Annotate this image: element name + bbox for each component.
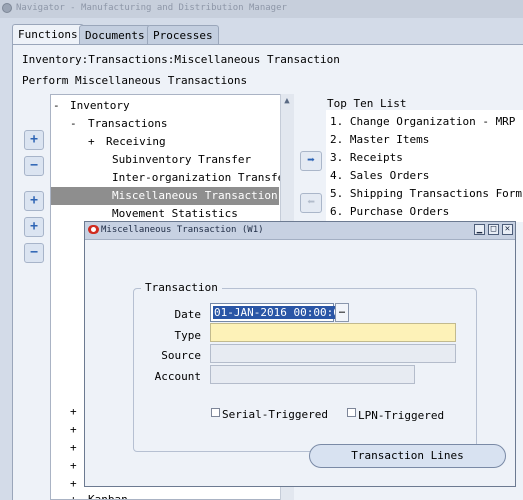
source-field[interactable] (210, 344, 456, 363)
account-field[interactable] (210, 365, 415, 384)
navigator-title: Navigator - Manufacturing and Distributi… (16, 3, 287, 13)
tree-expand-indicator[interactable]: + (70, 421, 77, 439)
tree-item-receiving[interactable]: + Receiving (51, 133, 279, 151)
tree-expand-indicator[interactable]: + (70, 403, 77, 421)
collapse-all-button[interactable]: − (24, 243, 44, 263)
serial-triggered-label: Serial-Triggered (222, 408, 328, 421)
tab-processes[interactable]: Processes (147, 25, 219, 44)
navigator-title-bar: Navigator - Manufacturing and Distributi… (0, 0, 523, 18)
tree-expand-indicator[interactable]: + (70, 491, 77, 499)
tree-collapse-indicator[interactable]: - (53, 97, 60, 115)
maximize-icon[interactable]: □ (488, 224, 499, 235)
tree-expand-indicator[interactable]: + (70, 457, 77, 475)
tree-item-kanban[interactable]: + Kanban (51, 491, 279, 500)
close-icon[interactable]: ✕ (502, 224, 513, 235)
tree-item-inter-organization-transfer[interactable]: Inter-organization Transfer (51, 169, 291, 187)
collapse-button[interactable]: − (24, 156, 44, 176)
tree-item-label: Inventory (70, 99, 130, 112)
oracle-icon (88, 225, 99, 234)
top-ten-item[interactable]: 6. Purchase Orders (330, 205, 449, 218)
top-ten-item[interactable]: 1. Change Organization - MRP (330, 115, 515, 128)
date-value: 01-JAN-2016 00:00:00 (213, 306, 348, 319)
remove-from-top-ten-button[interactable]: ⬅ (300, 193, 322, 213)
breadcrumb: Inventory:Transactions:Miscellaneous Tra… (22, 53, 340, 66)
tree-item-transactions[interactable]: - Transactions (51, 115, 279, 133)
tab-documents[interactable]: Documents (79, 25, 151, 44)
tree-expand-indicator[interactable]: + (70, 439, 77, 457)
type-field[interactable] (210, 323, 456, 342)
lpn-triggered-label: LPN-Triggered (358, 409, 445, 422)
top-ten-item[interactable]: 2. Master Items (330, 133, 429, 146)
date-field[interactable]: 01-JAN-2016 00:00:00 (210, 303, 348, 322)
misc-transaction-dialog: Miscellaneous Transaction (W1) ▁ □ ✕ Tra… (84, 221, 516, 487)
source-label: Source (161, 349, 201, 362)
tree-item-label: Receiving (106, 135, 166, 148)
tree-item-label: Kanban (88, 493, 128, 500)
dialog-body: Transaction Date 01-JAN-2016 00:00:00 … … (85, 240, 515, 486)
tree-collapse-indicator[interactable]: - (70, 115, 77, 133)
tab-functions[interactable]: Functions (12, 24, 84, 45)
dialog-title: Miscellaneous Transaction (W1) (101, 225, 264, 235)
tree-item-label: Transactions (88, 117, 168, 130)
tree-item-miscellaneous-transaction[interactable]: Miscellaneous Transaction (51, 187, 279, 205)
transaction-group-label: Transaction (141, 281, 222, 294)
dialog-title-bar[interactable]: Miscellaneous Transaction (W1) ▁ □ ✕ (85, 222, 515, 240)
tree-expand-indicator[interactable]: + (88, 133, 95, 151)
tree-item-label: Miscellaneous Transaction (112, 189, 278, 202)
top-ten-item[interactable]: 3. Receipts (330, 151, 403, 164)
tree-item-inventory[interactable]: - Inventory (51, 97, 279, 115)
top-ten-item[interactable]: 5. Shipping Transactions Form (330, 187, 522, 200)
type-label: Type (174, 329, 202, 342)
serial-triggered-checkbox[interactable] (211, 408, 220, 417)
transaction-lines-button[interactable]: Transaction Lines (309, 444, 506, 468)
expand-branch-button[interactable]: + (24, 217, 44, 237)
lpn-triggered-checkbox[interactable] (347, 408, 356, 417)
account-label: Account (154, 370, 201, 383)
instruction-text: Perform Miscellaneous Transactions (22, 74, 248, 87)
expand-all-button[interactable]: + (24, 191, 44, 211)
tree-item-subinventory-transfer[interactable]: Subinventory Transfer (51, 151, 279, 169)
date-lov-button[interactable]: … (335, 303, 349, 322)
top-ten-item[interactable]: 4. Sales Orders (330, 169, 429, 182)
tree-item-label: Inter-organization Transfer (112, 171, 291, 184)
date-label: Date (174, 308, 202, 321)
top-ten-title: Top Ten List (327, 97, 407, 110)
expand-button[interactable]: + (24, 130, 44, 150)
add-to-top-ten-button[interactable]: ➡ (300, 151, 322, 171)
minimize-icon[interactable]: ▁ (474, 224, 485, 235)
navigator-app-icon (2, 3, 12, 13)
scroll-up-arrow-icon[interactable]: ▲ (281, 95, 293, 107)
tree-item-label: Subinventory Transfer (112, 153, 252, 166)
